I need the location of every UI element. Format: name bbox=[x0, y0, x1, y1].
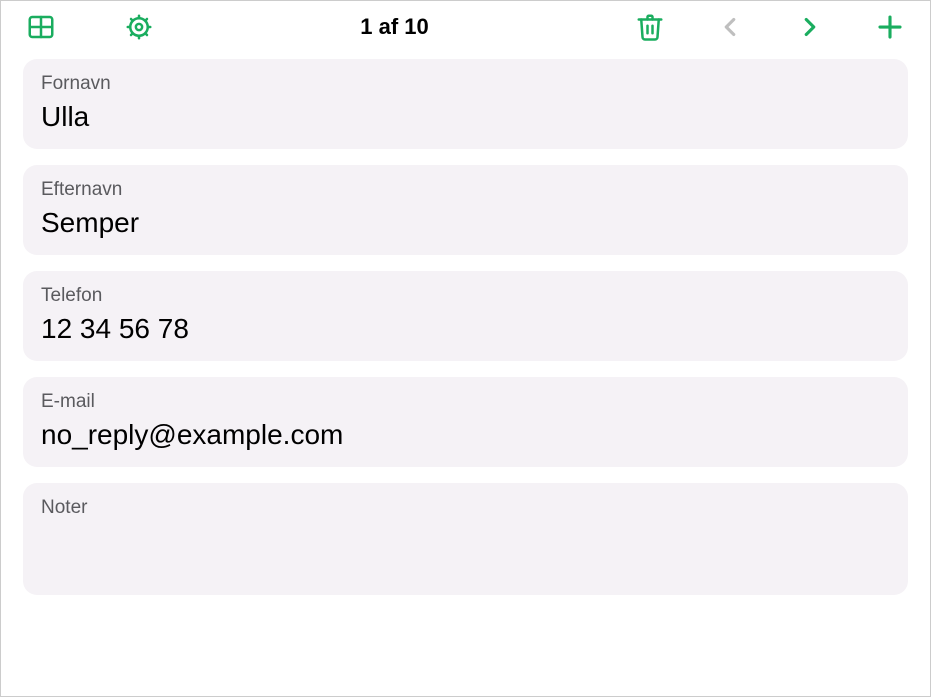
previous-record-button bbox=[712, 9, 748, 45]
trash-icon bbox=[635, 12, 665, 42]
field-value: Ulla bbox=[41, 101, 890, 133]
settings-button[interactable] bbox=[121, 9, 157, 45]
field-label: Noter bbox=[41, 497, 890, 519]
field-value: 12 34 56 78 bbox=[41, 313, 890, 345]
field-value bbox=[41, 525, 890, 557]
chevron-left-icon bbox=[715, 12, 745, 42]
toolbar-left bbox=[23, 9, 157, 45]
field-label: Telefon bbox=[41, 285, 890, 307]
record-counter: 1 af 10 bbox=[169, 14, 620, 40]
field-telefon[interactable]: Telefon 12 34 56 78 bbox=[23, 271, 908, 361]
field-fornavn[interactable]: Fornavn Ulla bbox=[23, 59, 908, 149]
table-icon bbox=[26, 12, 56, 42]
plus-icon bbox=[875, 12, 905, 42]
field-value: no_reply@example.com bbox=[41, 419, 890, 451]
field-label: E-mail bbox=[41, 391, 890, 413]
field-email[interactable]: E-mail no_reply@example.com bbox=[23, 377, 908, 467]
add-record-button[interactable] bbox=[872, 9, 908, 45]
field-label: Efternavn bbox=[41, 179, 890, 201]
next-record-button[interactable] bbox=[792, 9, 828, 45]
gear-icon bbox=[124, 12, 154, 42]
toolbar: 1 af 10 bbox=[1, 1, 930, 49]
form-content: Fornavn Ulla Efternavn Semper Telefon 12… bbox=[1, 49, 930, 605]
field-efternavn[interactable]: Efternavn Semper bbox=[23, 165, 908, 255]
chevron-right-icon bbox=[795, 12, 825, 42]
toolbar-right bbox=[632, 9, 908, 45]
table-view-button[interactable] bbox=[23, 9, 59, 45]
delete-button[interactable] bbox=[632, 9, 668, 45]
field-value: Semper bbox=[41, 207, 890, 239]
field-noter[interactable]: Noter bbox=[23, 483, 908, 595]
field-label: Fornavn bbox=[41, 73, 890, 95]
